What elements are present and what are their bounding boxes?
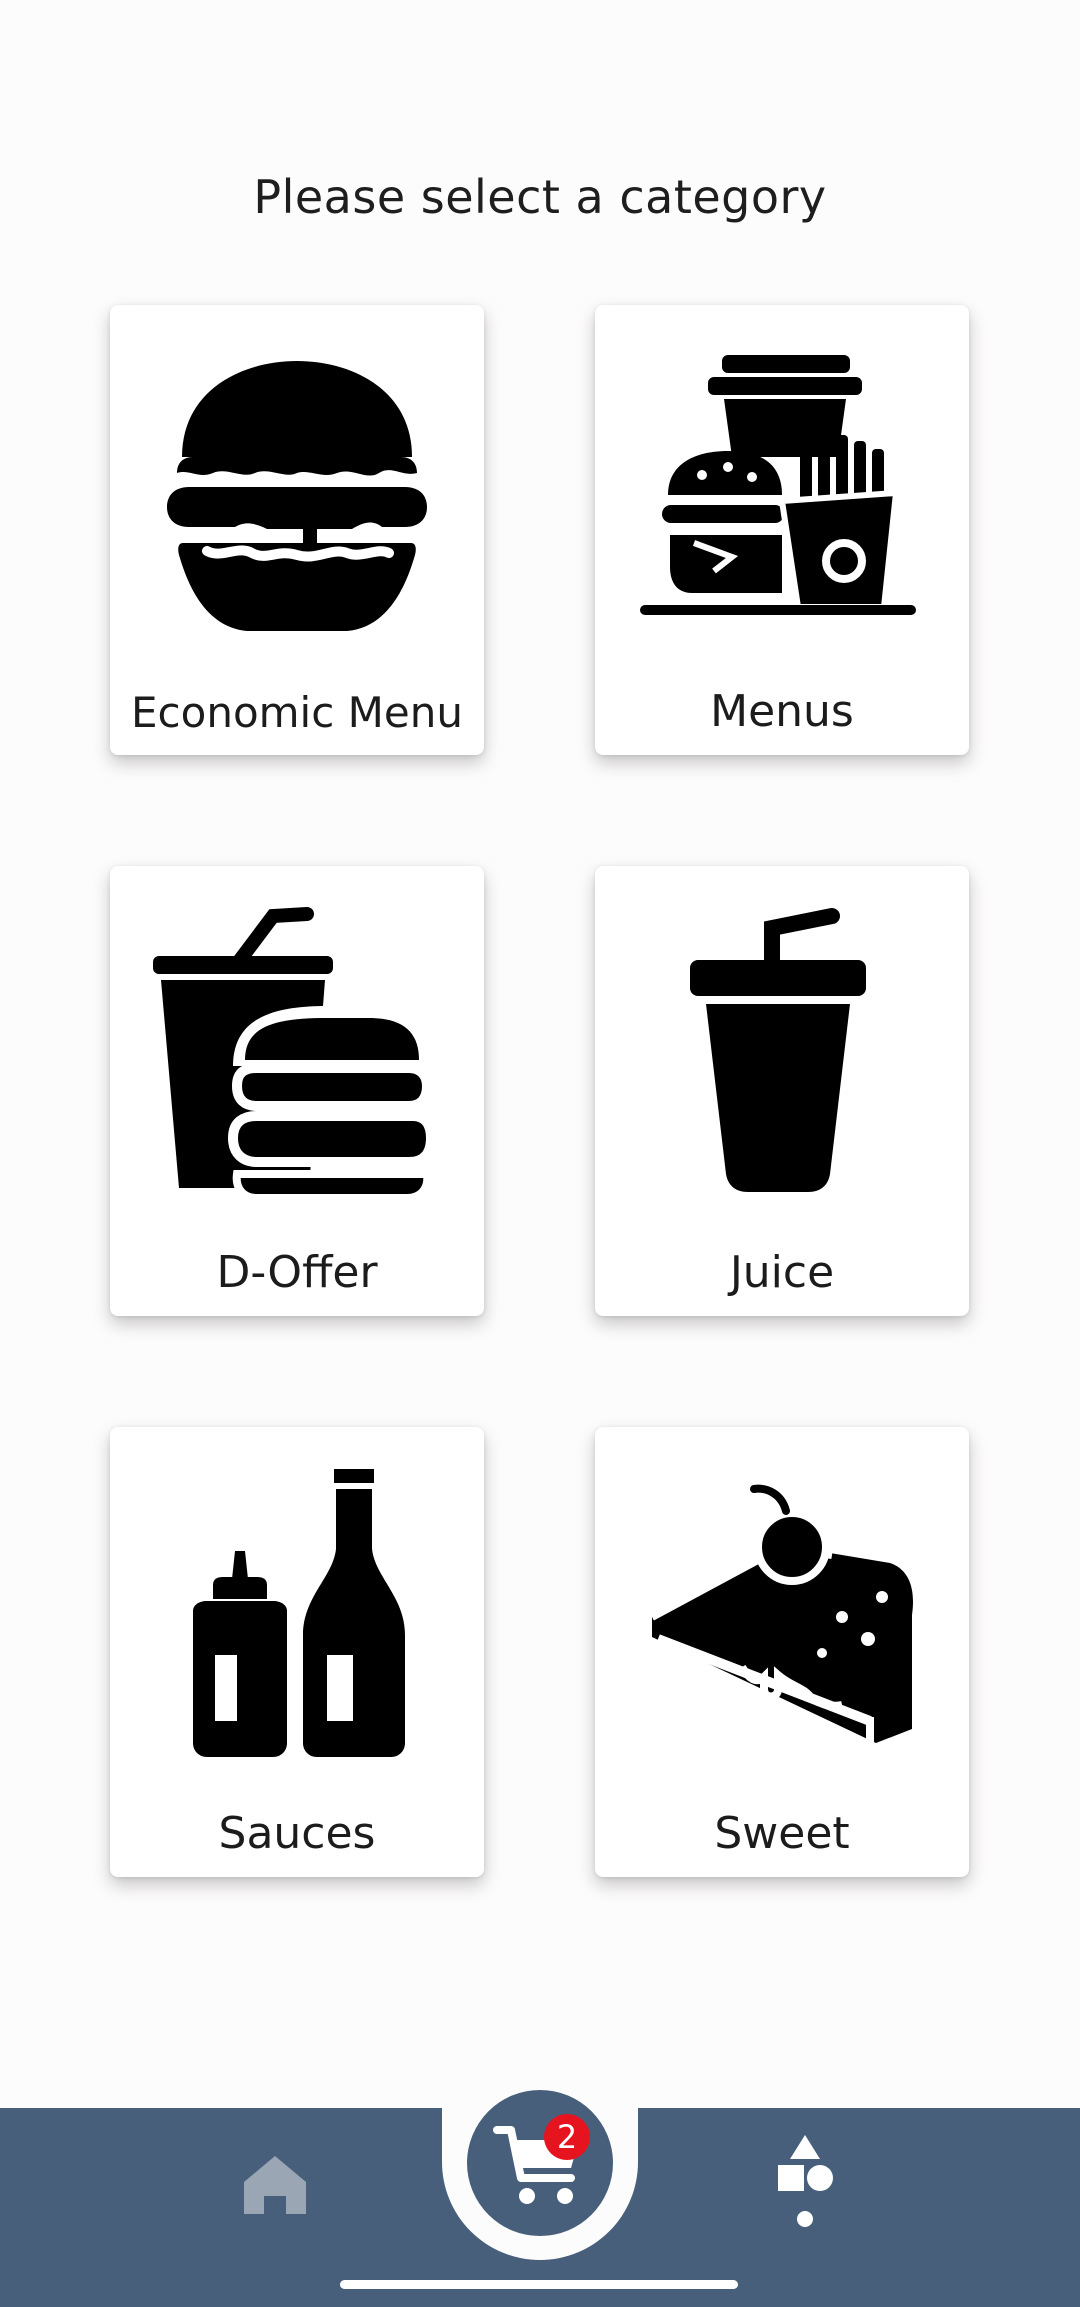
category-card-juice[interactable]: Juice <box>595 866 969 1316</box>
home-indicator-bar <box>340 2280 738 2289</box>
burger-icon <box>147 345 447 645</box>
category-label: Sauces <box>218 1808 376 1859</box>
sauce-bottles-icon <box>147 1467 447 1767</box>
category-card-sweet[interactable]: Sweet <box>595 1427 969 1877</box>
home-icon[interactable] <box>240 2150 310 2220</box>
category-label: Economic Menu <box>131 688 463 737</box>
category-card-sauces[interactable]: Sauces <box>110 1427 484 1877</box>
categories-shapes-icon[interactable] <box>770 2133 840 2243</box>
category-card-menus[interactable]: Menus <box>595 305 969 755</box>
cart-badge: 2 <box>544 2114 590 2160</box>
category-label: D-Offer <box>216 1247 378 1298</box>
category-label: Menus <box>710 686 854 737</box>
cart-button[interactable]: 2 <box>467 2090 613 2236</box>
page-title: Please select a category <box>253 170 827 224</box>
cake-slice-icon <box>632 1467 932 1767</box>
category-label: Sweet <box>714 1808 850 1859</box>
category-screen: Please select a category Economic Menu M… <box>0 0 1080 2307</box>
drink-burger-icon <box>147 906 447 1206</box>
combo-meal-icon <box>632 345 932 645</box>
category-label: Juice <box>729 1247 835 1298</box>
category-card-economic-menu[interactable]: Economic Menu <box>110 305 484 755</box>
category-card-d-offer[interactable]: D-Offer <box>110 866 484 1316</box>
cup-straw-icon <box>632 906 932 1206</box>
